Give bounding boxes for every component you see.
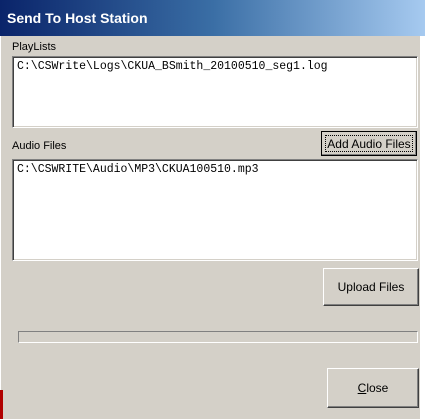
close-button[interactable]: Close	[327, 368, 419, 408]
focus-rectangle	[325, 135, 413, 152]
audio-files-label: Audio Files	[12, 140, 67, 152]
window-title: Send To Host Station	[7, 10, 148, 26]
playlists-label: PlayLists	[12, 41, 57, 53]
upload-files-button[interactable]: Upload Files	[323, 268, 419, 306]
close-label-rest: lose	[366, 381, 389, 395]
background-edge	[0, 390, 3, 419]
window-left-edge	[0, 36, 1, 419]
add-audio-files-button[interactable]: Add Audio Files	[321, 131, 417, 156]
audio-files-listbox[interactable]: C:\CSWRITE\Audio\MP3\CKUA100510.mp3	[12, 159, 418, 261]
window-right-edge	[420, 36, 425, 419]
send-to-host-dialog: Send To Host Station PlayLists C:\CSWrit…	[0, 0, 425, 419]
upload-files-label: Upload Files	[337, 280, 405, 294]
title-bar[interactable]: Send To Host Station	[0, 0, 425, 36]
playlist-item[interactable]: C:\CSWrite\Logs\CKUA_BSmith_20100510_seg…	[17, 60, 328, 73]
playlists-listbox[interactable]: C:\CSWrite\Logs\CKUA_BSmith_20100510_seg…	[12, 56, 418, 128]
close-button-label: Close	[358, 381, 389, 395]
audio-file-item[interactable]: C:\CSWRITE\Audio\MP3\CKUA100510.mp3	[17, 163, 259, 176]
upload-progress-bar	[18, 331, 418, 343]
